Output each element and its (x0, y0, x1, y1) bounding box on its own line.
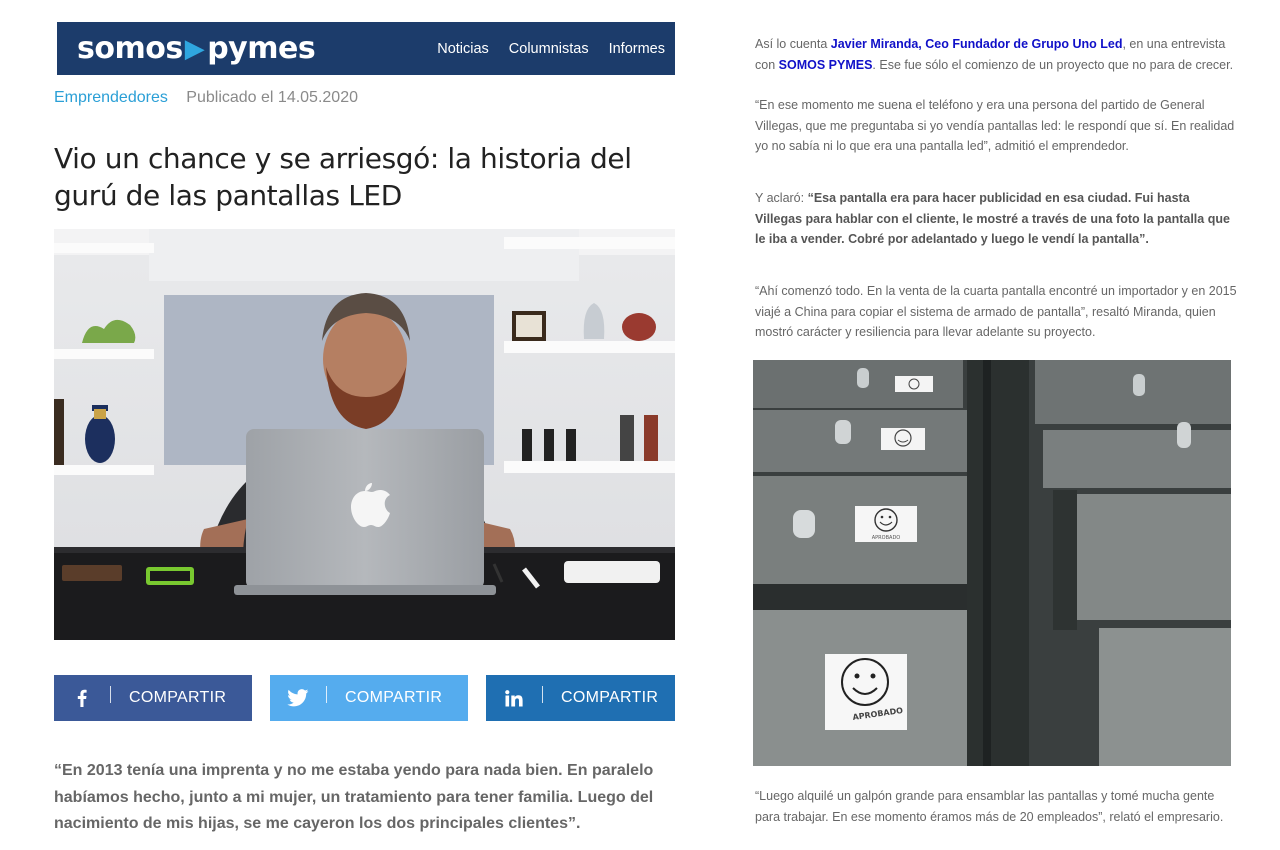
article-title: Vio un chance y se arriesgó: la historia… (54, 142, 632, 212)
share-separator (542, 685, 543, 703)
p3-text-start: Y aclaró: (755, 191, 808, 205)
publish-date: Publicado el 14.05.2020 (186, 89, 358, 106)
share-twitter-button[interactable]: COMPARTIR (270, 675, 468, 721)
share-separator (110, 685, 111, 703)
nav-informes[interactable]: Informes (609, 41, 665, 57)
approval-sticker: APROBADO (855, 506, 917, 542)
share-linkedin-label: COMPARTIR (561, 689, 659, 706)
main-nav: Noticias Columnistas Informes (437, 41, 665, 57)
logo-arrow-icon: ▶ (184, 33, 205, 64)
body-paragraph-4: “Ahí comenzó todo. En la venta de la cua… (755, 284, 1237, 340)
body-paragraph-5: “Luego alquilé un galpón grande para ens… (755, 789, 1224, 824)
share-facebook-label: COMPARTIR (129, 689, 227, 706)
p1-text-end: . Ese fue sólo el comienzo de un proyect… (872, 57, 1234, 72)
body-paragraph-2: “En ese momento me suena el teléfono y e… (755, 98, 1235, 154)
author-link[interactable]: Javier Miranda, Ceo Fundador de Grupo Un… (831, 37, 1123, 51)
approval-sticker (881, 428, 925, 450)
logo-word-pymes: pymes (207, 30, 316, 66)
logo-word-somos: somos (77, 30, 183, 66)
share-facebook-button[interactable]: COMPARTIR (54, 675, 252, 721)
sticker-label: APROBADO (872, 535, 901, 541)
nav-columnistas[interactable]: Columnistas (509, 41, 589, 57)
hero-photo (54, 229, 675, 640)
article-meta: Emprendedores Publicado el 14.05.2020 (54, 89, 358, 107)
nav-noticias[interactable]: Noticias (437, 41, 489, 57)
linkedin-icon (486, 689, 542, 707)
facebook-icon (54, 689, 110, 707)
twitter-icon (270, 689, 326, 707)
p1-text-start: Así lo cuenta (755, 37, 831, 51)
approval-sticker: APROBADO (825, 654, 907, 730)
share-twitter-label: COMPARTIR (345, 689, 443, 706)
share-separator (326, 685, 327, 703)
share-linkedin-button[interactable]: COMPARTIR (486, 675, 675, 721)
category-link[interactable]: Emprendedores (54, 89, 168, 106)
site-logo[interactable]: somos ▶ pymes (77, 30, 316, 66)
body-paragraph-3: Y aclaró: “Esa pantalla era para hacer p… (755, 188, 1240, 250)
somos-pymes-link[interactable]: SOMOS PYMES (779, 58, 873, 72)
p3-bold-quote: “Esa pantalla era para hacer publicidad … (755, 191, 1230, 247)
lead-quote: “En 2013 tenía una imprenta y no me esta… (54, 762, 654, 832)
led-panels-photo: APROBADO APROBADO (753, 360, 1231, 766)
site-header: somos ▶ pymes Noticias Columnistas Infor… (57, 22, 675, 75)
body-paragraph-1: Así lo cuenta Javier Miranda, Ceo Fundad… (755, 34, 1240, 75)
approval-sticker (895, 376, 933, 392)
